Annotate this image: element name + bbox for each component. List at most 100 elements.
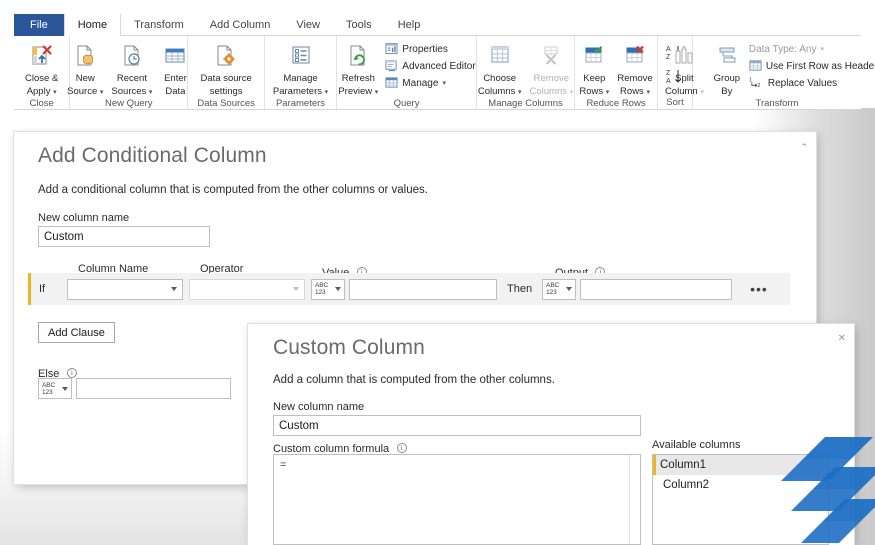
clause-value-input[interactable] [349, 278, 497, 300]
keep-rows-button[interactable]: Keep Rows ▾ [575, 39, 613, 97]
chevron-down-icon [335, 287, 341, 291]
chevron-down-icon[interactable]: ▾ [53, 89, 57, 96]
refresh-preview-label-line1: Refresh [341, 73, 375, 84]
refresh-preview-button[interactable]: Refresh Preview ▾ [334, 39, 382, 97]
ribbon-tabstrip: File Home Transform Add Column View Tool… [14, 14, 861, 36]
clause-column-name-select[interactable] [67, 278, 183, 300]
new-source-icon [72, 41, 98, 71]
conditional-new-column-name-input[interactable]: Custom [38, 226, 210, 247]
else-type-select[interactable]: ABC 123 [38, 378, 72, 399]
chevron-down-icon[interactable]: ▾ [442, 80, 446, 87]
manage-icon [385, 76, 398, 92]
close-and-apply-label2-text: Apply [26, 86, 51, 97]
recent-sources-label-line2: Sources ▾ [111, 86, 152, 97]
enter-data-icon [162, 41, 188, 71]
manage-button[interactable]: Manage ▾ [382, 75, 478, 92]
clause-then-label: Then [507, 283, 533, 295]
clause-if-label: If [39, 283, 46, 295]
advanced-editor-label: Advanced Editor [402, 61, 476, 72]
conditional-dialog-collapse-button[interactable]: ⌃ [800, 137, 808, 155]
custom-new-column-name-input[interactable]: Custom [273, 415, 641, 436]
choose-columns-label-line2: Columns ▾ [478, 86, 522, 97]
split-column-label-line1: Split [675, 73, 694, 84]
tab-view[interactable]: View [283, 14, 333, 36]
data-source-settings-button[interactable]: Data source settings [197, 39, 256, 97]
group-by-label-line1: Group [713, 73, 741, 84]
tab-home[interactable]: Home [63, 14, 122, 36]
tab-file[interactable]: File [14, 14, 64, 36]
tab-help[interactable]: Help [385, 14, 434, 36]
conditional-dialog-subtitle: Add a conditional column that is compute… [38, 184, 428, 196]
custom-dialog-close-button[interactable]: ✕ [838, 328, 846, 346]
close-and-apply-label-line1: Close & [25, 73, 59, 84]
chevron-down-icon[interactable]: ▾ [606, 89, 610, 96]
recent-sources-label-line1: Recent [116, 73, 147, 84]
custom-dialog-subtitle: Add a column that is computed from the o… [273, 374, 555, 386]
chevron-down-icon[interactable]: ▾ [518, 89, 522, 96]
ribbon-group-reduce-rows-label: Reduce Rows [586, 98, 646, 109]
ribbon-group-data-sources: Data source settings Data Sources [188, 36, 266, 109]
use-first-row-as-headers-button[interactable]: Use First Row as Headers ▾ [746, 58, 875, 75]
else-value-input[interactable] [76, 378, 231, 399]
advanced-editor-button[interactable]: Advanced Editor [382, 58, 478, 75]
close-and-apply-button[interactable]: Close & Apply ▾ [21, 39, 62, 97]
ribbon-group-reduce-rows: Keep Rows ▾ Remove Rows ▾ Reduce Rows [575, 36, 659, 109]
properties-icon [385, 42, 398, 58]
info-icon[interactable]: i [66, 367, 77, 378]
clause-operator-select[interactable] [189, 278, 305, 300]
advanced-editor-icon [385, 59, 398, 75]
custom-new-column-name-label: New column name [273, 401, 365, 413]
chevron-down-icon[interactable]: ▾ [100, 89, 104, 96]
ribbon-group-manage-columns: Choose Columns ▾ Remove Columns ▾ Manage… [474, 36, 576, 109]
tab-add-column[interactable]: Add Column [197, 14, 284, 36]
tab-transform-label: Transform [134, 19, 184, 31]
ribbon-group-parameters: Manage Parameters ▾ Parameters [265, 36, 338, 109]
tab-transform[interactable]: Transform [121, 14, 197, 36]
new-source-button[interactable]: New Source ▾ [63, 39, 107, 97]
replace-values-button[interactable]: 1 2 Replace Values [746, 75, 875, 92]
use-first-row-headers-icon [749, 59, 762, 75]
clause-output-input[interactable] [580, 278, 733, 300]
ribbon-group-transform-label: Transform [755, 98, 799, 109]
manage-parameters-label2-text: Parameters [272, 86, 322, 97]
use-first-row-as-headers-label: Use First Row as Headers [765, 61, 875, 72]
remove-rows-button[interactable]: Remove Rows ▾ [613, 39, 656, 97]
chevron-down-icon[interactable]: ▾ [646, 89, 650, 96]
recent-sources-icon [119, 41, 145, 71]
group-by-button[interactable]: Group By [708, 39, 746, 97]
manage-parameters-label-line1: Manage [283, 73, 318, 84]
data-source-settings-label-line2: settings [209, 86, 243, 97]
chevron-down-icon [566, 287, 573, 291]
tab-tools[interactable]: Tools [333, 14, 385, 36]
add-clause-button[interactable]: Add Clause [38, 322, 115, 343]
recent-sources-label2-text: Sources [111, 86, 147, 97]
clause-value-type-select[interactable]: ABC 123 [311, 278, 345, 300]
new-source-label-line2: Source ▾ [67, 86, 103, 97]
tab-help-label: Help [397, 19, 421, 31]
list-item[interactable]: Column2 [653, 475, 828, 495]
chevron-down-icon[interactable]: ▾ [149, 89, 153, 96]
chevron-down-icon: ▾ [820, 46, 824, 53]
keep-rows-label-line1: Keep [583, 73, 606, 84]
manage-parameters-button[interactable]: Manage Parameters ▾ [269, 39, 332, 97]
available-columns-list[interactable]: Column1 Column2 [652, 454, 829, 545]
close-icon: ✕ [837, 333, 846, 344]
choose-columns-button[interactable]: Choose Columns ▾ [474, 39, 526, 97]
chevron-down-icon: ▾ [700, 89, 704, 96]
tab-home-label: Home [77, 18, 108, 31]
custom-column-dialog: ✕ Custom Column Add a column that is com… [248, 324, 854, 545]
formula-scrollbar[interactable] [629, 455, 640, 544]
properties-button[interactable]: Properties [382, 41, 478, 58]
info-icon[interactable]: i [396, 442, 407, 453]
chevron-down-icon [171, 287, 177, 291]
remove-rows-label-line2: Rows ▾ [620, 86, 650, 97]
data-type-button[interactable]: Data Type: Any ▾ [746, 41, 875, 58]
chevron-down-icon[interactable]: ▾ [325, 89, 329, 96]
list-item[interactable]: Column1 [653, 455, 828, 475]
custom-formula-editor[interactable]: = [273, 454, 641, 545]
clause-more-options-button[interactable]: ••• [746, 282, 772, 296]
ribbon-group-close: Close & Apply ▾ Close [14, 36, 71, 109]
recent-sources-button[interactable]: Recent Sources ▾ [107, 39, 156, 97]
chevron-down-icon[interactable]: ▾ [375, 89, 379, 96]
clause-output-type-select[interactable]: ABC 123 [542, 278, 577, 300]
